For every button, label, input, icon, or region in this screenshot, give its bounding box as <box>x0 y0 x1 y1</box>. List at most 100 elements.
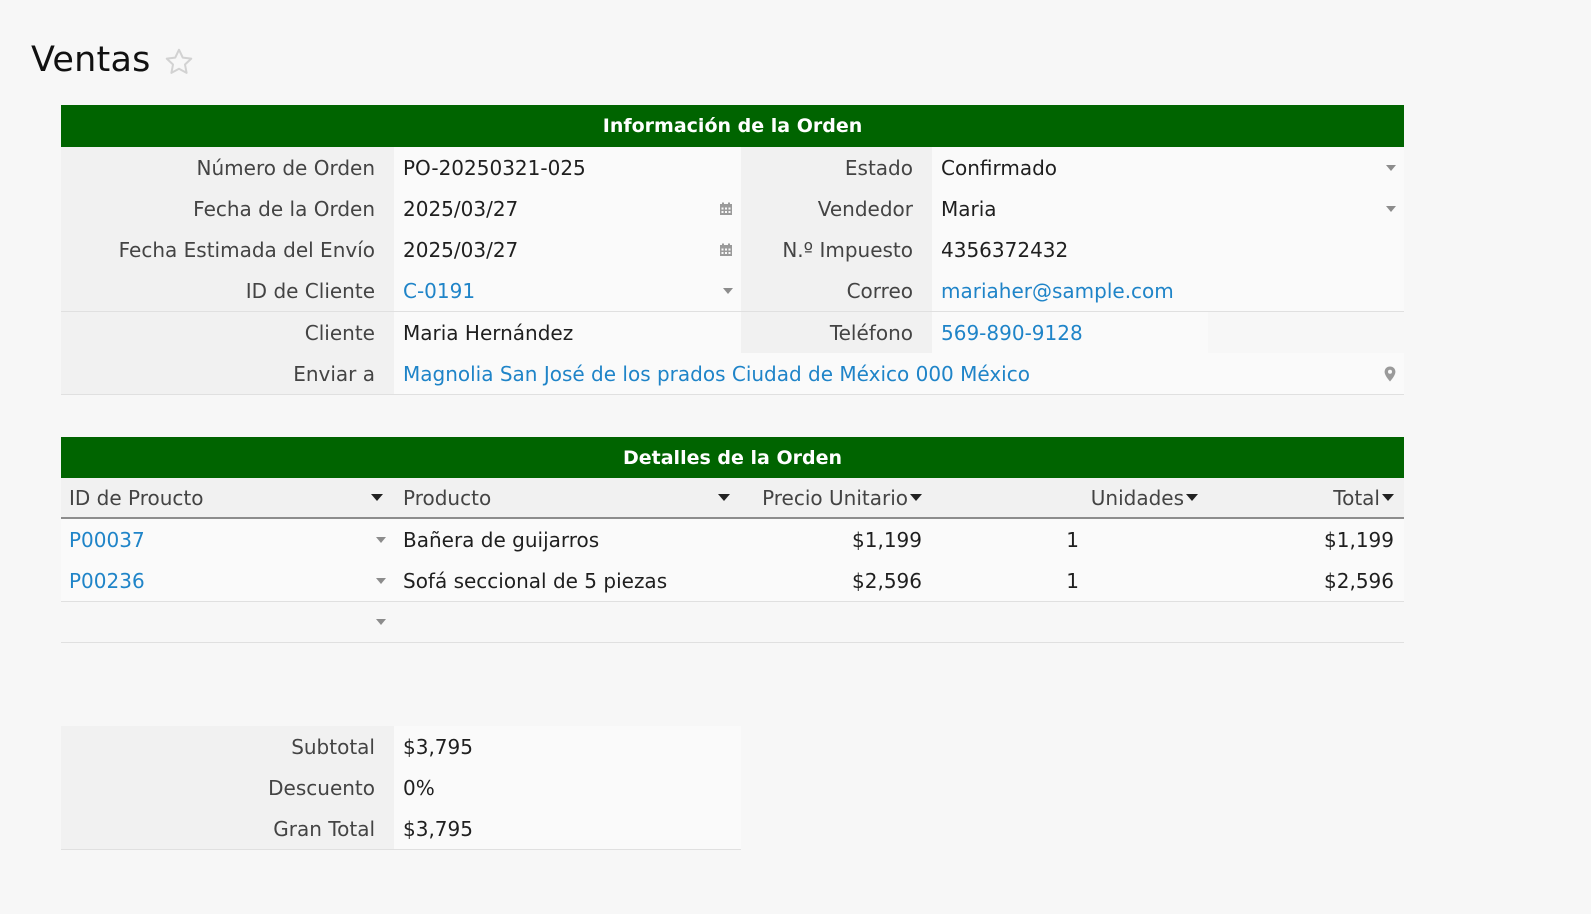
table-row-empty <box>61 601 1404 643</box>
order-info-row: Enviar a Magnolia San José de los prados… <box>61 353 1404 395</box>
status-label: Estado <box>741 147 932 189</box>
star-icon[interactable] <box>163 46 195 78</box>
map-pin-icon[interactable] <box>1384 366 1396 382</box>
chevron-down-icon[interactable] <box>1386 205 1396 212</box>
page-header: Ventas <box>31 40 195 80</box>
column-units[interactable]: Unidades <box>932 478 1208 520</box>
calendar-icon[interactable] <box>719 243 733 257</box>
customer-label: Cliente <box>61 312 394 354</box>
order-info-row: Fecha Estimada del Envío 2025/03/27 N.º … <box>61 229 1404 271</box>
product-cell[interactable]: Bañera de guijarros <box>394 519 741 561</box>
column-units-label: Unidades <box>1090 485 1184 510</box>
order-details-header: Detalles de la Orden <box>61 437 1404 479</box>
email-link[interactable]: mariaher@sample.com <box>941 279 1174 303</box>
order-date-value: 2025/03/27 <box>403 196 519 221</box>
units-cell[interactable]: 1 <box>932 519 1208 561</box>
ship-to-label: Enviar a <box>61 353 394 395</box>
order-number-field[interactable]: PO-20250321-025 <box>394 147 741 189</box>
order-date-field[interactable]: 2025/03/27 <box>394 188 741 230</box>
page-title: Ventas <box>31 40 151 80</box>
product-name: Bañera de guijarros <box>403 527 600 552</box>
email-label: Correo <box>741 270 932 312</box>
product-id-select[interactable] <box>61 601 394 643</box>
subtotal-label: Subtotal <box>61 726 394 768</box>
product-id-select[interactable]: P00037 <box>61 519 394 561</box>
grand-total-label: Gran Total <box>61 808 394 850</box>
sort-caret-icon[interactable] <box>910 494 922 501</box>
status-select[interactable]: Confirmado <box>932 147 1404 189</box>
chevron-down-icon[interactable] <box>376 618 386 625</box>
chevron-down-icon[interactable] <box>376 577 386 584</box>
grand-total-field[interactable]: $3,795 <box>394 808 741 850</box>
column-product-id-label: ID de Proucto <box>69 485 204 510</box>
unit-price-cell[interactable]: $1,199 <box>741 519 932 561</box>
customer-id-link[interactable]: C-0191 <box>403 279 475 303</box>
customer-id-select[interactable]: C-0191 <box>394 270 741 312</box>
ship-date-value: 2025/03/27 <box>403 237 519 262</box>
ship-to-field[interactable]: Magnolia San José de los prados Ciudad d… <box>394 353 1404 395</box>
product-id-link[interactable]: P00037 <box>69 528 145 552</box>
customer-value: Maria Hernández <box>403 320 574 345</box>
phone-field[interactable]: 569-890-9128 <box>932 312 1208 354</box>
order-info-row: ID de Cliente C-0191 Correo mariaher@sam… <box>61 270 1404 312</box>
column-product[interactable]: Producto <box>394 478 741 520</box>
column-product-label: Producto <box>403 485 492 510</box>
chevron-down-icon[interactable] <box>376 536 386 543</box>
seller-select[interactable]: Maria <box>932 188 1404 230</box>
sort-caret-icon[interactable] <box>718 494 730 501</box>
order-info-header: Información de la Orden <box>61 105 1404 147</box>
chevron-down-icon[interactable] <box>1386 164 1396 171</box>
tax-id-value: 4356372432 <box>941 237 1069 262</box>
tax-id-field[interactable]: 4356372432 <box>932 229 1404 271</box>
sort-caret-icon[interactable] <box>371 494 383 501</box>
order-info-row: Fecha de la Orden 2025/03/27 Vendedor Ma… <box>61 188 1404 230</box>
column-unit-price-label: Precio Unitario <box>762 485 908 510</box>
ship-to-link[interactable]: Magnolia San José de los prados Ciudad d… <box>403 362 1030 386</box>
tax-id-label: N.º Impuesto <box>741 229 932 271</box>
grand-total-value: $3,795 <box>403 816 473 841</box>
column-total-label: Total <box>1333 485 1380 510</box>
subtotal-value: $3,795 <box>403 734 473 759</box>
phone-link[interactable]: 569-890-9128 <box>941 321 1083 345</box>
product-cell[interactable]: Sofá seccional de 5 piezas <box>394 560 741 602</box>
units: 1 <box>1066 527 1079 552</box>
calendar-icon[interactable] <box>719 202 733 216</box>
discount-field[interactable]: 0% <box>394 767 741 809</box>
sort-caret-icon[interactable] <box>1186 494 1198 501</box>
subtotal-field[interactable]: $3,795 <box>394 726 741 768</box>
units: 1 <box>1066 568 1079 593</box>
ship-date-label: Fecha Estimada del Envío <box>61 229 394 271</box>
column-product-id[interactable]: ID de Proucto <box>61 478 394 520</box>
order-number-label: Número de Orden <box>61 147 394 189</box>
unit-price: $1,199 <box>852 527 922 552</box>
column-total[interactable]: Total <box>1208 478 1404 520</box>
unit-price: $2,596 <box>852 568 922 593</box>
order-info-row: Número de Orden PO-20250321-025 Estado C… <box>61 147 1404 189</box>
sort-caret-icon[interactable] <box>1382 494 1394 501</box>
empty-row-cells[interactable] <box>394 601 1404 643</box>
status-value: Confirmado <box>941 155 1058 180</box>
details-header-row: ID de Proucto Producto Precio Unitario U… <box>61 478 1404 520</box>
chevron-down-icon[interactable] <box>723 287 733 294</box>
unit-price-cell[interactable]: $2,596 <box>741 560 932 602</box>
total-cell[interactable]: $1,199 <box>1208 519 1404 561</box>
summary-row: Gran Total $3,795 <box>61 808 741 850</box>
email-field[interactable]: mariaher@sample.com <box>932 270 1404 312</box>
seller-value: Maria <box>941 196 997 221</box>
product-name: Sofá seccional de 5 piezas <box>403 568 668 593</box>
product-id-select[interactable]: P00236 <box>61 560 394 602</box>
product-id-link[interactable]: P00236 <box>69 569 145 593</box>
summary-row: Subtotal $3,795 <box>61 726 741 768</box>
customer-id-label: ID de Cliente <box>61 270 394 312</box>
units-cell[interactable]: 1 <box>932 560 1208 602</box>
summary-row: Descuento 0% <box>61 767 741 809</box>
discount-value: 0% <box>403 775 435 800</box>
order-info-row: Cliente Maria Hernández Teléfono 569-890… <box>61 312 1208 354</box>
line-total: $2,596 <box>1324 568 1394 593</box>
customer-field[interactable]: Maria Hernández <box>394 312 741 354</box>
column-unit-price[interactable]: Precio Unitario <box>741 478 932 520</box>
ship-date-field[interactable]: 2025/03/27 <box>394 229 741 271</box>
order-date-label: Fecha de la Orden <box>61 188 394 230</box>
table-row: P00037 Bañera de guijarros $1,199 1 $1,1… <box>61 519 1404 561</box>
total-cell[interactable]: $2,596 <box>1208 560 1404 602</box>
